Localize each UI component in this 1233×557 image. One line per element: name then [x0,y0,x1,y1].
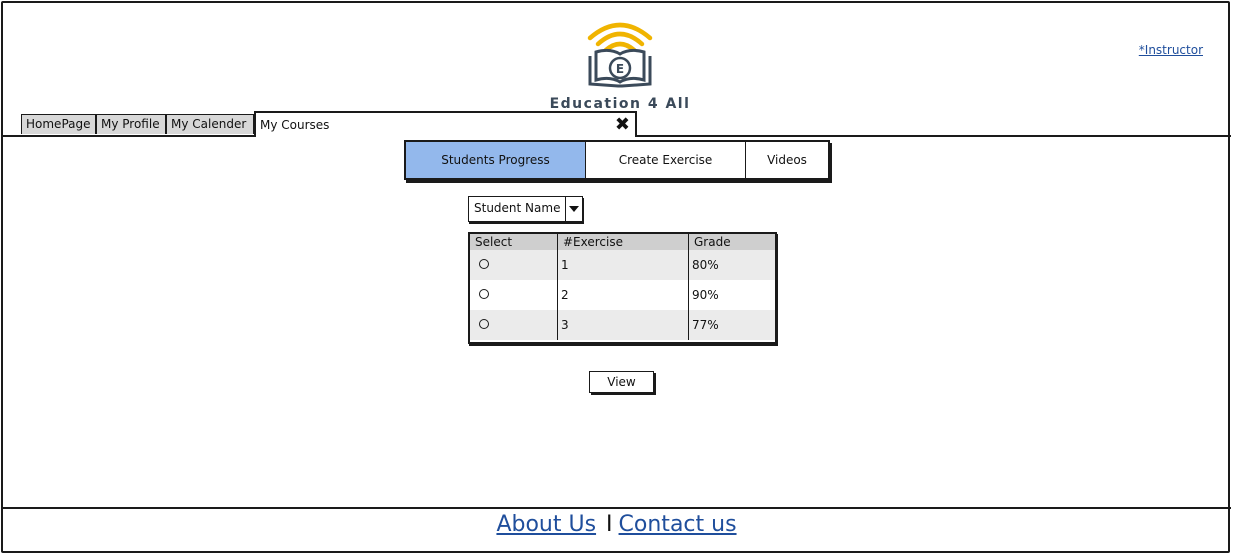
student-name-dropdown[interactable]: Student Name [468,196,584,222]
table-header-row: Select #Exercise Grade [470,234,775,250]
about-us-link[interactable]: About Us [496,512,596,537]
course-subtabs: Students Progress Create Exercise Videos [404,140,830,180]
grade-cell: 80% [688,250,775,280]
table-row: 1 80% [470,250,775,280]
select-radio[interactable] [479,259,489,269]
grade-cell: 77% [688,310,775,340]
exercise-cell: 1 [557,250,689,280]
book-wifi-icon: E [587,22,653,88]
tab-homepage[interactable]: HomePage [21,114,96,134]
footer-links: About Us I Contact us [0,512,1233,537]
column-header-exercise: #Exercise [557,234,689,250]
column-header-select: Select [470,234,558,250]
view-button[interactable]: View [589,371,654,393]
select-radio[interactable] [479,319,489,329]
select-cell [470,250,558,280]
student-name-value: Student Name [469,197,567,221]
close-icon[interactable]: ✖ [615,115,630,135]
footer-separator: I [606,512,613,537]
select-radio[interactable] [479,289,489,299]
chevron-down-icon[interactable] [566,197,582,221]
subtab-create-exercise[interactable]: Create Exercise [586,142,746,178]
subtab-videos[interactable]: Videos [746,142,828,178]
grade-cell: 90% [692,288,719,302]
select-cell [470,310,558,340]
tab-my-courses[interactable]: My Courses ✖ [254,111,637,137]
column-header-grade: Grade [688,234,775,250]
subtab-students-progress[interactable]: Students Progress [406,142,586,178]
tab-my-profile[interactable]: My Profile [96,114,166,134]
svg-text:E: E [616,62,624,76]
exercise-cell: 3 [557,310,689,340]
contact-us-link[interactable]: Contact us [619,512,737,537]
progress-table: Select #Exercise Grade 1 80% 2 90% 3 77% [468,232,777,344]
instructor-role-link[interactable]: *Instructor [1139,43,1203,57]
brand-logo: E Education 4 All [520,16,720,116]
table-row: 3 77% [470,310,775,340]
footer-divider [2,507,1231,509]
brand-name: Education 4 All [549,96,691,112]
table-row: 2 90% [470,280,775,310]
exercise-cell: 2 [557,280,689,310]
tab-my-courses-label: My Courses [260,118,330,132]
select-cell [470,280,558,310]
tab-my-calender[interactable]: My Calender [166,114,254,134]
